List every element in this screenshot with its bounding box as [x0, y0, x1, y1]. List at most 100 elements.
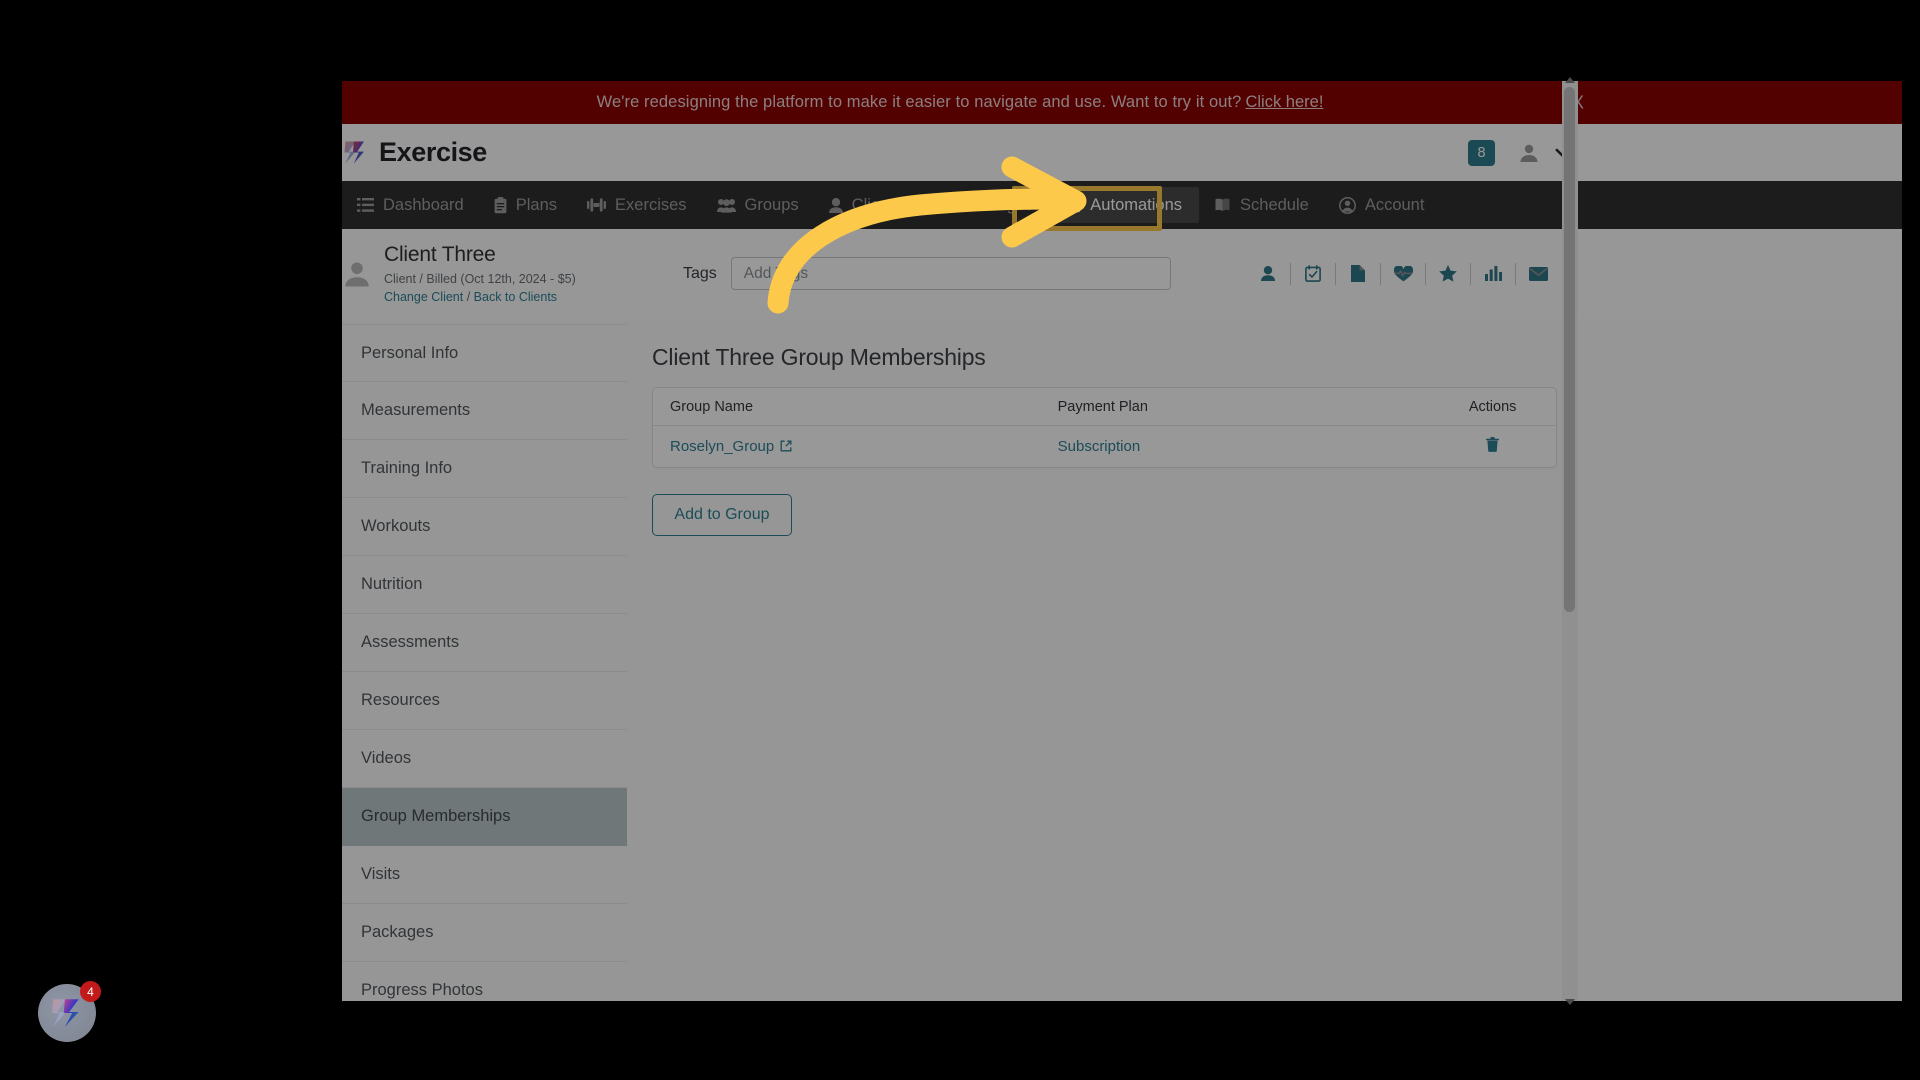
user-avatar-icon — [1520, 144, 1538, 162]
sidebar-item-label: Measurements — [361, 401, 471, 419]
clipboard-icon — [494, 196, 507, 214]
client-icon-toolbar — [1246, 262, 1560, 285]
dumbbell-icon — [587, 197, 607, 213]
user-icon[interactable] — [1246, 266, 1290, 281]
table-row: Roselyn_Group Subscription — [653, 426, 1556, 467]
letterbox-left — [0, 0, 342, 1080]
group-memberships-table: Group Name Payment Plan Actions Roselyn_… — [652, 387, 1557, 468]
users-group-icon — [716, 198, 736, 213]
sidebar-item-workouts[interactable]: Workouts — [342, 498, 627, 556]
nav-item-plans[interactable]: Plans — [479, 188, 572, 222]
table-header-row: Group Name Payment Plan Actions — [653, 388, 1556, 426]
sidebar-item-label: Workouts — [361, 517, 431, 535]
screen: We're redesigning the platform to make i… — [0, 0, 1920, 1080]
sidebar-item-label: Resources — [361, 691, 440, 709]
sidebar-item-label: Training Info — [361, 459, 453, 477]
nav-item-account[interactable]: Account — [1324, 188, 1440, 222]
nav-item-label: Account — [1364, 195, 1425, 214]
sidebar-item-resources[interactable]: Resources — [342, 672, 627, 730]
nav-item-label: Groups — [744, 195, 799, 214]
sidebar-item-packages[interactable]: Packages — [342, 904, 627, 962]
sidebar-item-visits[interactable]: Visits — [342, 846, 627, 904]
nav-item-groups[interactable]: Groups — [702, 188, 814, 222]
sidebar-item-nutrition[interactable]: Nutrition — [342, 556, 627, 614]
scroll-down-icon[interactable] — [1565, 999, 1575, 1005]
file-icon[interactable] — [1336, 265, 1380, 282]
chart-bar-icon[interactable] — [1471, 266, 1515, 281]
nav-item-label: Automations — [1090, 195, 1183, 214]
client-billing-subtitle: Client / Billed (Oct 12th, 2024 - $5) — [384, 271, 576, 286]
sidebar-item-progress-photos[interactable]: Progress Photos — [342, 962, 627, 1001]
sidebar-item-label: Nutrition — [361, 575, 423, 593]
sidebar-item-training-info[interactable]: Training Info — [342, 440, 627, 498]
sidebar-item-measurements[interactable]: Measurements — [342, 382, 627, 440]
nav-item-dashboard[interactable]: Dashboard — [342, 188, 479, 222]
column-header-group-name: Group Name — [670, 398, 754, 415]
exercise-logo-icon — [344, 141, 364, 164]
client-name: Client Three — [384, 243, 496, 267]
sidebar-item-videos[interactable]: Videos — [342, 730, 627, 788]
sidebar-item-label: Packages — [361, 923, 434, 941]
payment-plan-link[interactable]: Subscription — [1058, 438, 1141, 455]
scrollbar-thumb[interactable] — [1564, 87, 1575, 612]
page-title: Client Three Group Memberships — [652, 344, 986, 370]
nav-item-label: Clients — [851, 195, 903, 214]
brand-logo-link[interactable]: Exercise — [342, 137, 487, 168]
nav-item-clients[interactable]: Clients — [814, 188, 917, 222]
change-client-link[interactable]: Change Client — [384, 290, 463, 304]
sidebar-item-label: Visits — [361, 865, 401, 883]
nav-item-label: Exercises — [615, 195, 687, 214]
scroll-up-icon[interactable] — [1565, 77, 1575, 83]
client-side-navigation: Personal Info Measurements Training Info… — [342, 318, 627, 1001]
sidebar-item-label: Videos — [361, 749, 412, 767]
nav-item-label: Dashboard — [383, 195, 464, 214]
sidebar-item-label: Group Memberships — [361, 807, 511, 825]
column-header-payment-plan: Payment Plan — [1057, 398, 1148, 415]
page-scrollbar[interactable] — [1562, 77, 1578, 1005]
nav-item-label: Schedule — [1240, 195, 1309, 214]
header-right-controls: 8 — [1468, 139, 1572, 166]
client-meta: Client Three Client / Billed (Oct 12th, … — [384, 242, 576, 305]
sidebar-item-label: Assessments — [361, 633, 460, 651]
list-icon — [357, 198, 374, 212]
tags-input[interactable] — [730, 257, 1171, 290]
sidebar-item-label: Personal Info — [361, 343, 459, 362]
back-to-clients-link[interactable]: Back to Clients — [474, 290, 557, 304]
announcement-text: We're redesigning the platform to make i… — [596, 93, 1242, 111]
group-name-label: Roselyn_Group — [670, 437, 775, 455]
star-icon[interactable] — [1426, 265, 1470, 282]
sidebar-item-label: Progress Photos — [361, 981, 483, 999]
exercise-logo-icon — [52, 999, 79, 1027]
client-links: Change Client / Back to Clients — [384, 289, 576, 305]
client-identity: Client Three Client / Billed (Oct 12th, … — [342, 242, 630, 305]
sidebar-item-assessments[interactable]: Assessments — [342, 614, 627, 672]
tags-label: Tags — [683, 264, 717, 282]
nav-item-schedule[interactable]: Schedule — [1199, 188, 1324, 222]
nav-item-label: Plans — [515, 195, 558, 214]
user-icon — [828, 197, 843, 213]
sidebar-item-personal-info[interactable]: Personal Info — [342, 324, 627, 382]
sidebar-item-group-memberships[interactable]: Group Memberships — [342, 788, 627, 846]
user-circle-icon — [1338, 196, 1356, 214]
delete-icon[interactable] — [1486, 436, 1500, 452]
column-header-actions: Actions — [1468, 398, 1517, 415]
nav-item-automations[interactable]: Automations — [1048, 187, 1200, 223]
notification-badge[interactable]: 8 — [1468, 139, 1495, 166]
chat-unread-badge: 4 — [80, 981, 101, 1002]
add-to-group-button[interactable]: Add to Group — [652, 494, 792, 536]
envelope-icon[interactable] — [1516, 266, 1560, 281]
announcement-click-here-link[interactable]: Click here! — [1245, 93, 1323, 112]
avatar — [345, 262, 369, 286]
heartbeat-icon[interactable] — [1381, 265, 1425, 282]
nav-item-label: Messages — [958, 195, 1034, 214]
group-name-link[interactable]: Roselyn_Group — [670, 438, 792, 455]
nav-item-exercises[interactable]: Exercises — [572, 188, 702, 222]
main-content: Client Three Group Memberships Group Nam… — [627, 318, 1560, 1001]
calendar-check-icon[interactable] — [1291, 265, 1335, 282]
brand-name: Exercise — [379, 137, 487, 167]
nav-item-messages[interactable]: Messages — [917, 188, 1048, 222]
letterbox-right — [1902, 0, 1920, 1080]
chat-widget-button[interactable]: 4 — [38, 981, 101, 1042]
external-link-icon — [780, 440, 792, 452]
book-icon — [1214, 198, 1231, 212]
